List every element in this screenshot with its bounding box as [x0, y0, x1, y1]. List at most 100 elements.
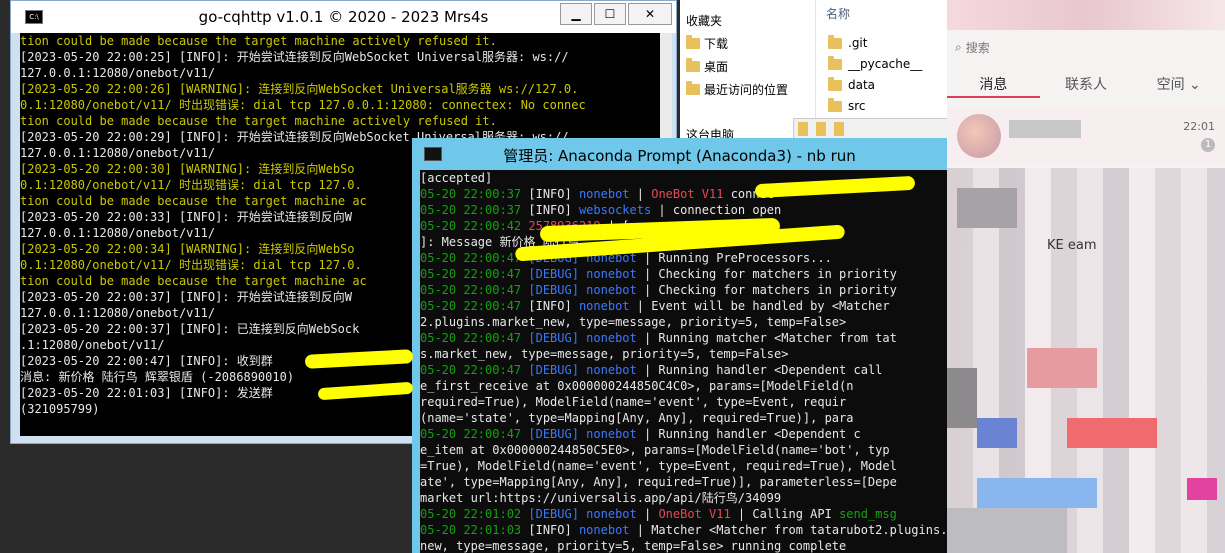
- log-segment: [DEBUG]: [528, 427, 587, 441]
- avatar: [957, 114, 1001, 158]
- log-segment: | Checking for matchers in priority: [636, 283, 897, 297]
- chat-header-banner: [947, 0, 1225, 30]
- anaconda-titlebar[interactable]: 管理员: Anaconda Prompt (Anaconda3) - nb ru…: [412, 138, 947, 168]
- log-segment: =True), ModelField(name='event', type=Ev…: [420, 459, 897, 473]
- log-line: 05-20 22:00:47 [INFO] nonebot | Event wi…: [420, 298, 947, 314]
- log-segment: 05-20 22:00:47: [420, 251, 529, 265]
- log-segment: websockets: [578, 203, 652, 217]
- log-segment: | Running handler <Dependent c: [636, 427, 861, 441]
- log-segment: s.market_new, type=message, priority=5, …: [420, 347, 789, 361]
- folder-icon: [828, 55, 842, 70]
- log-segment: nonebot: [586, 363, 637, 377]
- folder-icon: [828, 97, 842, 112]
- maximize-button[interactable]: ☐: [594, 3, 626, 25]
- log-line: 2.plugins.market_new, type=message, prio…: [420, 314, 947, 330]
- log-segment: 05-20 22:00:42: [420, 219, 529, 233]
- log-line: 05-20 22:01:03 [INFO] nonebot | Matcher …: [420, 522, 947, 538]
- log-line: s.market_new, type=message, priority=5, …: [420, 346, 947, 362]
- mosaic-block: [947, 508, 1067, 553]
- log-line: (name='state', type=Mapping[Any, Any], r…: [420, 410, 947, 426]
- log-line: tion could be made because the target ma…: [20, 34, 497, 48]
- log-segment: 05-20 22:00:47: [420, 267, 529, 281]
- file-row[interactable]: .git: [828, 34, 867, 50]
- log-segment: [DEBUG]: [528, 507, 587, 521]
- log-segment: 05-20 22:00:37: [420, 187, 529, 201]
- tab-messages[interactable]: 消息: [947, 68, 1040, 98]
- close-button[interactable]: ✕: [628, 3, 672, 25]
- log-segment: 05-20 22:00:37: [420, 203, 529, 217]
- log-segment: 2.plugins.market_new, type=message, prio…: [420, 315, 847, 329]
- log-line: [2023-05-20 22:00:26] [WARNING]: 连接到反向We…: [20, 82, 579, 96]
- log-segment: e_item at 0x000000244850C5E0>, params=[M…: [420, 443, 890, 457]
- log-segment: |: [636, 507, 659, 521]
- nav-item-desktop[interactable]: 桌面: [686, 58, 728, 75]
- log-line: 05-20 22:00:37 [INFO] websockets | conne…: [420, 202, 947, 218]
- conversation-name-redacted: [1009, 120, 1081, 138]
- log-segment: | Running matcher <Matcher from tat: [636, 331, 897, 345]
- folder-icon: [834, 122, 844, 136]
- log-segment: 05-20 22:00:47: [420, 299, 529, 313]
- log-line: 05-20 22:00:47 [DEBUG] nonebot | Running…: [420, 330, 947, 346]
- log-segment: | Event will be handled by <Matcher: [629, 299, 890, 313]
- minimize-button[interactable]: ▁: [560, 3, 592, 25]
- log-segment: |: [629, 187, 652, 201]
- mosaic-block: [957, 188, 1017, 228]
- chat-partial-label: KE eam: [1047, 238, 1097, 253]
- log-line: 05-20 22:01:02 [DEBUG] nonebot | OneBot …: [420, 506, 947, 522]
- log-segment: e_first_receive at 0x000000244850C4C0>, …: [420, 379, 854, 393]
- log-segment: required=True), ModelField(name='event',…: [420, 395, 847, 409]
- log-line: =True), ModelField(name='event', type=Ev…: [420, 458, 947, 474]
- log-segment: new, type=message, priority=5, temp=Fals…: [420, 539, 847, 553]
- log-line: 127.0.0.1:12080/onebot/v11/: [20, 66, 216, 80]
- log-segment: | Checking for matchers in priority: [636, 267, 897, 281]
- log-segment: 05-20 22:00:47: [420, 363, 529, 377]
- log-segment: OneBot V11: [658, 507, 731, 521]
- nav-item-recent[interactable]: 最近访问的位置: [686, 81, 788, 98]
- log-segment: | Running handler <Dependent call: [636, 363, 883, 377]
- tab-contacts[interactable]: 联系人: [1040, 68, 1133, 98]
- log-line: tion could be made because the target ma…: [20, 114, 497, 128]
- log-segment: ]: Message: [420, 235, 500, 249]
- log-line: new, type=message, priority=5, temp=Fals…: [420, 538, 947, 553]
- mosaic-block: [977, 418, 1017, 448]
- file-row[interactable]: data: [828, 76, 875, 92]
- mosaic-block: [1187, 478, 1217, 500]
- pixelated-background: [947, 168, 1225, 553]
- log-segment: (name='state', type=Mapping[Any, Any], r…: [420, 411, 854, 425]
- chat-search-bar[interactable]: ⌕ 搜索: [955, 36, 1215, 58]
- log-segment: [INFO]: [528, 203, 579, 217]
- log-segment: [DEBUG]: [528, 331, 587, 345]
- file-row[interactable]: __pycache__: [828, 55, 922, 71]
- mosaic-block: [1027, 348, 1097, 388]
- log-segment: 05-20 22:01:02: [420, 507, 529, 521]
- chevron-down-icon: ⌄: [1189, 77, 1201, 93]
- nav-item-favorites[interactable]: 收藏夹: [686, 12, 722, 29]
- conversation-item[interactable]: 22:01 1: [947, 108, 1225, 164]
- log-line: required=True), ModelField(name='event',…: [420, 394, 947, 410]
- unread-badge: 1: [1201, 138, 1215, 152]
- log-segment: nonebot: [578, 299, 630, 313]
- nav-item-downloads[interactable]: 下载: [686, 35, 728, 52]
- log-segment: 05-20 22:01:03: [420, 523, 529, 537]
- column-header-name[interactable]: 名称: [826, 5, 850, 22]
- search-icon: ⌕: [955, 39, 962, 54]
- log-line: ate', type=Mapping[Any, Any], required=T…: [420, 474, 947, 490]
- folder-icon: [798, 122, 808, 136]
- log-segment: | Running PreProcessors...: [636, 251, 832, 265]
- file-row[interactable]: src: [828, 97, 866, 113]
- tab-space[interactable]: 空间 ⌄: [1132, 68, 1225, 98]
- chat-app-panel: ⌕ 搜索 消息 联系人 空间 ⌄ 22:01 1 KE eam: [947, 0, 1225, 553]
- log-line: e_item at 0x000000244850C5E0>, params=[M…: [420, 442, 947, 458]
- log-segment: [accepted]: [420, 171, 493, 185]
- anaconda-window-title: 管理员: Anaconda Prompt (Anaconda3) - nb ru…: [503, 147, 856, 165]
- chat-tabs: 消息 联系人 空间 ⌄: [947, 68, 1225, 98]
- anaconda-prompt-window: 管理员: Anaconda Prompt (Anaconda3) - nb ru…: [412, 138, 947, 553]
- log-segment: [INFO]: [528, 299, 579, 313]
- log-segment: | Matcher <Matcher from tatarubot2.plugi…: [636, 523, 947, 537]
- log-segment: 05-20 22:00:47: [420, 331, 529, 345]
- log-line: market url:https://universalis.app/api/陆…: [420, 490, 947, 506]
- log-segment: OneBot V11: [651, 187, 724, 201]
- downloads-icon: [686, 35, 700, 49]
- cqhttp-titlebar[interactable]: C:\ go-cqhttp v1.0.1 © 2020 - 2023 Mrs4s…: [11, 1, 676, 33]
- log-segment: [DEBUG]: [528, 283, 587, 297]
